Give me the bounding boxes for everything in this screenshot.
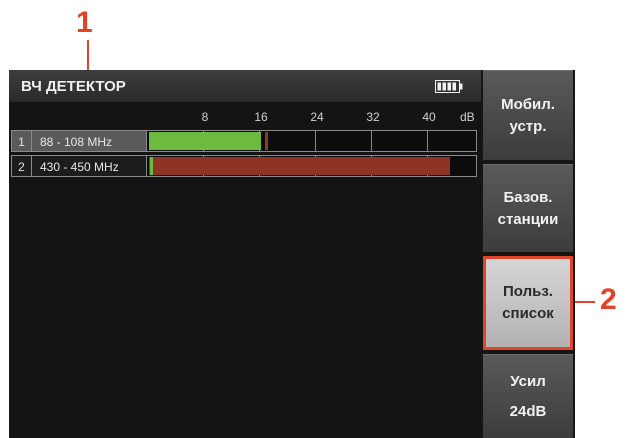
tick-label: 32: [366, 110, 380, 124]
button-label-line: Польз.: [503, 283, 553, 300]
user-list-button[interactable]: Польз. список: [483, 256, 573, 350]
band-index: 2: [11, 155, 31, 177]
meter-grid-line: [371, 131, 372, 151]
band-row-2[interactable]: 2 430 - 450 MHz: [11, 155, 477, 177]
db-scale: 8 16 24 32 40: [9, 110, 481, 126]
callout-number-2: 2: [600, 283, 617, 316]
tick-label: 16: [254, 110, 268, 124]
button-label-line: станции: [497, 210, 559, 228]
tick-label: 40: [422, 110, 436, 124]
softkey-sidebar: Мобил. устр. Базов. станции Польз. списо…: [481, 70, 575, 438]
button-label-line: список: [502, 305, 554, 322]
base-stations-button[interactable]: Базов. станции: [483, 164, 573, 252]
header-bar: ВЧ ДЕТЕКТОР: [9, 70, 481, 102]
button-label-line: Усил: [510, 372, 546, 390]
signal-meter: [147, 155, 477, 177]
button-label-line: устр.: [509, 117, 547, 135]
band-index: 1: [11, 130, 31, 152]
button-label-line: Мобил.: [501, 95, 555, 113]
mobile-devices-button[interactable]: Мобил. устр.: [483, 70, 573, 160]
callout-line-2: [573, 301, 595, 303]
battery-full-icon: [435, 80, 463, 93]
peak-marker: [150, 157, 154, 175]
screen-title: ВЧ ДЕТЕКТОР: [21, 78, 126, 95]
band-row-1[interactable]: 1 88 - 108 MHz: [11, 130, 477, 152]
signal-level-bar: [149, 132, 261, 150]
callout-number-1: 1: [76, 6, 93, 39]
detector-panel: ВЧ ДЕТЕКТОР 8 16 24 32 40 dB 1 88 - 108 …: [9, 70, 481, 438]
signal-level-bar: [149, 157, 450, 175]
signal-meter: [147, 130, 477, 152]
gain-button[interactable]: Усил 24dB: [483, 354, 573, 438]
tick-label: 24: [310, 110, 324, 124]
meter-grid-line: [427, 131, 428, 151]
db-unit-label: dB: [460, 110, 475, 124]
button-label-line: 24dB: [509, 402, 547, 420]
band-frequency-range: 430 - 450 MHz: [31, 155, 147, 177]
button-label-line: Базов.: [503, 188, 553, 206]
peak-marker: [264, 132, 268, 150]
tick-label: 8: [201, 110, 209, 124]
band-frequency-range: 88 - 108 MHz: [31, 130, 147, 152]
meter-grid-line: [315, 131, 316, 151]
device-screen: ВЧ ДЕТЕКТОР 8 16 24 32 40 dB 1 88 - 108 …: [9, 70, 575, 438]
